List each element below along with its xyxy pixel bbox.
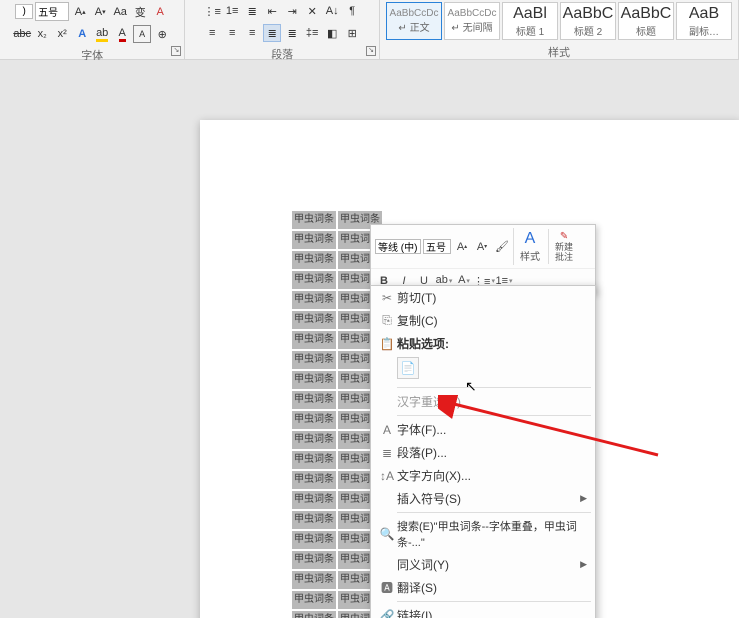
style-item[interactable]: AaBbCcDc↵ 无间隔 xyxy=(444,2,500,40)
style-item[interactable]: AaBbC标题 xyxy=(618,2,674,40)
paragraph-icon: ≣ xyxy=(377,446,397,460)
align-right-icon[interactable]: ≡ xyxy=(243,24,261,42)
link-icon: 🔗 xyxy=(377,609,397,618)
styles-icon: A xyxy=(525,230,536,248)
shrink-font-icon[interactable]: A▾ xyxy=(91,3,109,21)
show-marks-icon[interactable]: ¶ xyxy=(343,2,361,20)
enclose-char-icon[interactable]: ⊕ xyxy=(153,25,171,43)
ctx-paste-options-label: 📋 粘贴选项: xyxy=(371,332,595,355)
document-area: 甲虫词条甲虫词条甲虫词条甲虫词条甲虫词条甲虫词条甲虫词条甲虫词条甲虫词条甲虫词条… xyxy=(0,60,739,618)
asian-layout-icon[interactable]: ✕ xyxy=(303,2,321,20)
ctx-insert-symbol[interactable]: 插入符号(S) ▶ xyxy=(371,487,595,510)
text-effects-icon[interactable]: A xyxy=(73,25,91,43)
style-item[interactable]: AaBbC标题 2 xyxy=(560,2,616,40)
ctx-separator xyxy=(397,601,591,602)
ctx-copy[interactable]: ⎘ 复制(C) xyxy=(371,309,595,332)
style-item[interactable]: AaBbCcDc↵ 正文 xyxy=(386,2,442,40)
mini-shrink-font-icon[interactable]: A▾ xyxy=(473,238,491,256)
chevron-right-icon: ▶ xyxy=(580,493,587,504)
ctx-separator xyxy=(397,415,591,416)
translate-icon: 🅰 xyxy=(377,579,397,596)
align-left-icon[interactable]: ≡ xyxy=(203,24,221,42)
ctx-synonym[interactable]: 同义词(Y) ▶ xyxy=(371,553,595,576)
text-direction-icon: ↕A xyxy=(377,469,397,483)
font-name-dropdown[interactable]: ) xyxy=(15,4,33,19)
font-dialog-launcher[interactable]: ↘ xyxy=(171,46,181,56)
cut-icon: ✂ xyxy=(377,291,397,305)
style-gallery[interactable]: AaBbCcDc↵ 正文AaBbCcDc↵ 无间隔AaBl标题 1AaBbC标题… xyxy=(380,0,738,42)
multilevel-icon[interactable]: ≣ xyxy=(243,2,261,20)
copy-icon: ⎘ xyxy=(377,313,397,328)
mini-styles-button[interactable]: A 样式 xyxy=(513,228,546,265)
align-justify-icon[interactable]: ≣ xyxy=(263,24,281,42)
font-color-icon[interactable]: A xyxy=(113,25,131,43)
increase-indent-icon[interactable]: ⇥ xyxy=(283,2,301,20)
ctx-paragraph[interactable]: ≣ 段落(P)... xyxy=(371,441,595,464)
ctx-separator xyxy=(397,512,591,513)
clear-formatting-icon[interactable]: A xyxy=(151,3,169,21)
ctx-text-direction[interactable]: ↕A 文字方向(X)... xyxy=(371,464,595,487)
ribbon-group-styles: AaBbCcDc↵ 正文AaBbCcDc↵ 无间隔AaBl标题 1AaBbC标题… xyxy=(380,0,739,59)
shading-icon[interactable]: ◧ xyxy=(323,24,341,42)
ctx-cut[interactable]: ✂ 剪切(T) xyxy=(371,286,595,309)
font-size-dropdown[interactable]: 五号 xyxy=(35,2,69,21)
style-item[interactable]: AaB副标… xyxy=(676,2,732,40)
font-icon: A xyxy=(377,423,397,437)
ribbon-group-styles-label: 样式 xyxy=(548,42,570,62)
highlight-icon[interactable]: ab xyxy=(93,25,111,43)
paste-options: 📄 xyxy=(371,355,595,385)
sort-icon[interactable]: A↓ xyxy=(323,2,341,20)
superscript-icon[interactable]: x² xyxy=(53,25,71,43)
phonetic-guide-icon[interactable]: 变 xyxy=(131,3,149,21)
numbering-icon[interactable]: 1≡ xyxy=(223,2,241,20)
ctx-separator xyxy=(397,387,591,388)
mini-styles-label: 样式 xyxy=(520,248,540,263)
mini-new-comment-button[interactable]: ✎ 新建 批注 xyxy=(548,229,579,264)
ctx-han-reselect[interactable]: 汉字重选(V) xyxy=(371,390,595,413)
grow-font-icon[interactable]: A▴ xyxy=(71,3,89,21)
paste-icon: 📋 xyxy=(377,337,397,351)
comment-icon: ✎ xyxy=(560,231,568,242)
ctx-search[interactable]: 🔍 搜索(E)"甲虫词条--字体重叠，甲虫词条-..." xyxy=(371,515,595,553)
change-case-icon[interactable]: Aa xyxy=(111,3,129,21)
distributed-icon[interactable]: ≣ xyxy=(283,24,301,42)
search-icon: 🔍 xyxy=(377,527,397,541)
mini-grow-font-icon[interactable]: A▴ xyxy=(453,238,471,256)
ribbon-group-paragraph: ⋮≡ 1≡ ≣ ⇤ ⇥ ✕ A↓ ¶ ≡ ≡ ≡ ≣ ≣ ‡≡ ◧ ⊞ 段落 ↘ xyxy=(185,0,380,59)
strike-icon[interactable]: abc xyxy=(13,25,31,43)
para-dialog-launcher[interactable]: ↘ xyxy=(366,46,376,56)
borders-icon[interactable]: ⊞ xyxy=(343,24,361,42)
mini-font-input[interactable] xyxy=(375,239,421,254)
decrease-indent-icon[interactable]: ⇤ xyxy=(263,2,281,20)
ribbon-group-font: ) 五号 A▴ A▾ Aa 变 A abc x₂ x² A ab A A ⊕ 字… xyxy=(0,0,185,59)
char-border-icon[interactable]: A xyxy=(133,25,151,43)
align-center-icon[interactable]: ≡ xyxy=(223,24,241,42)
line-spacing-icon[interactable]: ‡≡ xyxy=(303,24,321,42)
mini-format-painter-icon[interactable]: 🖌 xyxy=(493,238,511,256)
bullets-icon[interactable]: ⋮≡ xyxy=(203,2,221,20)
mini-size-input[interactable] xyxy=(423,239,451,254)
style-item[interactable]: AaBl标题 1 xyxy=(502,2,558,40)
ctx-translate[interactable]: 🅰 翻译(S) xyxy=(371,576,595,599)
paste-option-keep-source[interactable]: 📄 xyxy=(397,357,419,379)
context-menu: ✂ 剪切(T) ⎘ 复制(C) 📋 粘贴选项: 📄 汉字重选(V) A 字体(F… xyxy=(370,285,596,618)
ctx-link[interactable]: 🔗 链接(I) xyxy=(371,604,595,618)
ribbon: ) 五号 A▴ A▾ Aa 变 A abc x₂ x² A ab A A ⊕ 字… xyxy=(0,0,739,60)
ctx-font[interactable]: A 字体(F)... xyxy=(371,418,595,441)
mini-toolbar: A▴ A▾ 🖌 A 样式 ✎ 新建 批注 B I U ab A ⋮≡ 1≡ xyxy=(370,224,596,294)
mini-new-comment-label: 新建 批注 xyxy=(555,242,573,262)
subscript-icon[interactable]: x₂ xyxy=(33,25,51,43)
chevron-right-icon: ▶ xyxy=(580,559,587,570)
